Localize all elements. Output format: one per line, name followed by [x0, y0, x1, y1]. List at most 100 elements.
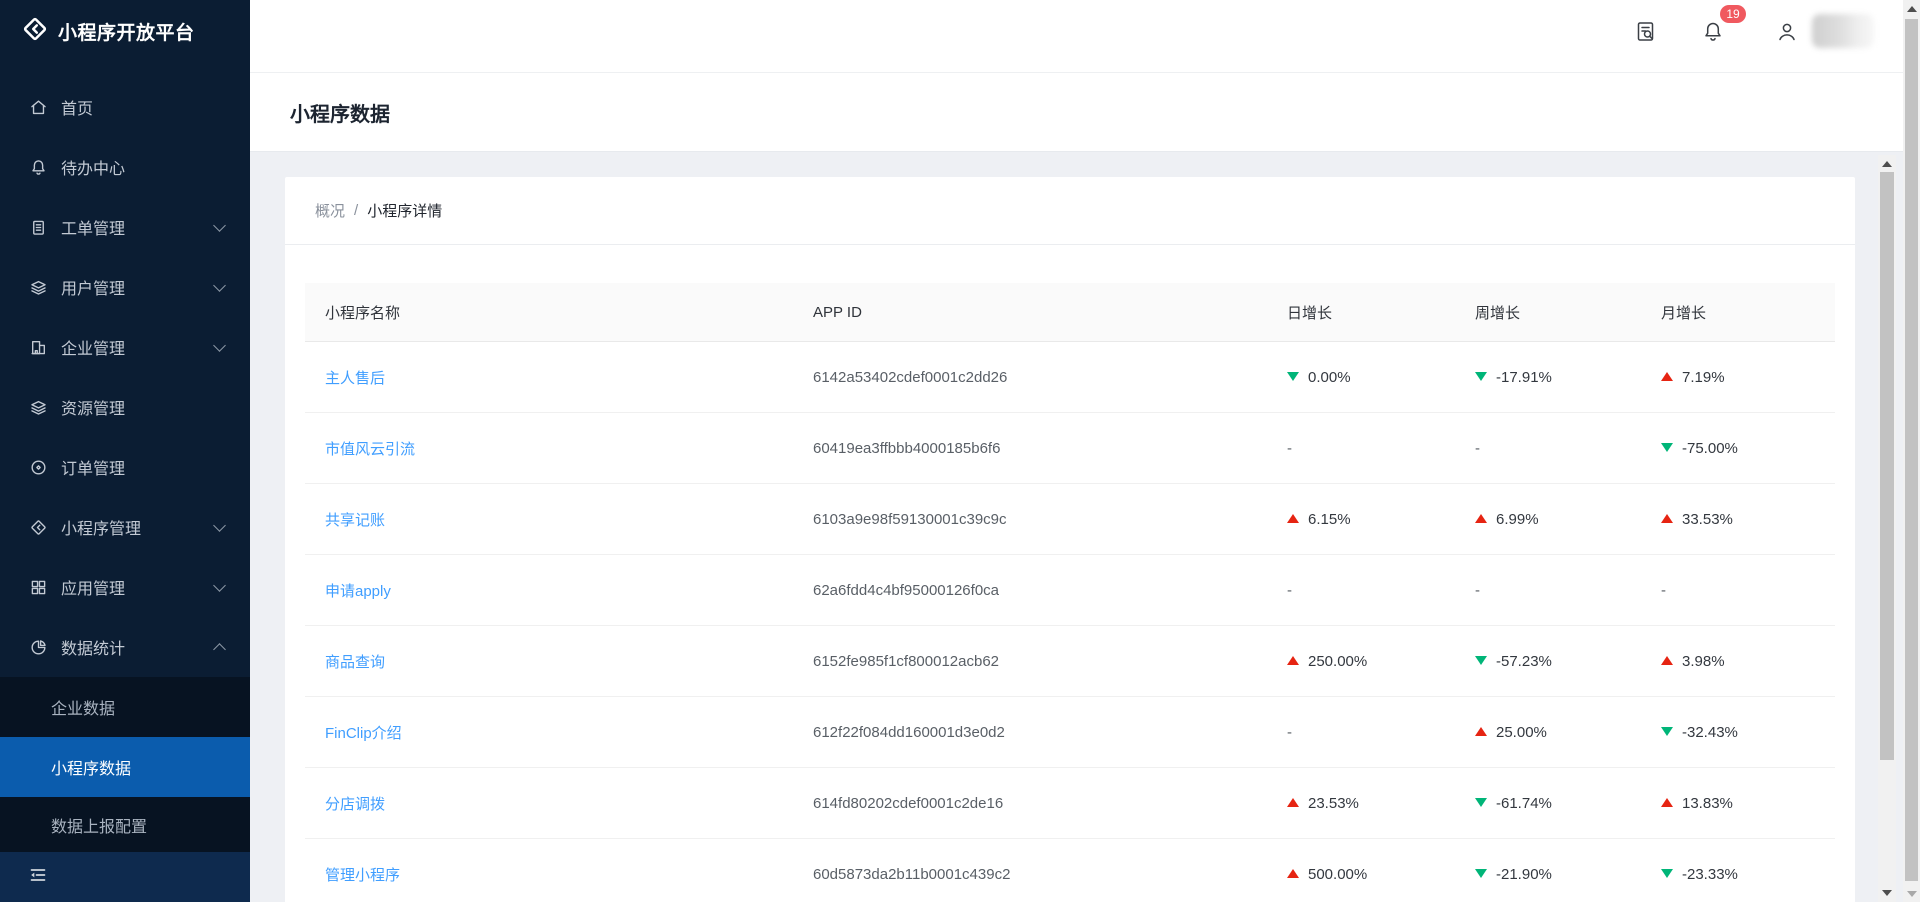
- month-growth-cell: 3.98%: [1641, 653, 1835, 670]
- page-scrollbar-thumb[interactable]: [1905, 19, 1918, 881]
- month-growth-cell: -: [1641, 582, 1835, 599]
- sidebar-item[interactable]: 首页: [0, 77, 250, 137]
- user-name-blurred[interactable]: [1812, 14, 1874, 48]
- miniapp-name-link[interactable]: 共享记账: [325, 512, 385, 529]
- sidebar-subitem[interactable]: 企业数据: [0, 677, 250, 737]
- sidebar-item[interactable]: 待办中心: [0, 137, 250, 197]
- scroll-up-arrow-icon[interactable]: [1882, 161, 1892, 167]
- miniapp-name-link[interactable]: 申请apply: [325, 583, 391, 600]
- triangle-up-icon: [1661, 514, 1673, 523]
- no-data-dash: -: [1475, 582, 1480, 599]
- app-id-value: 6142a53402cdef0001c2dd26: [813, 369, 1007, 386]
- doc-search-icon[interactable]: [1634, 20, 1658, 44]
- app-id-value: 614fd80202cdef0001c2de16: [813, 795, 1003, 812]
- chevron-down-icon: [213, 579, 226, 592]
- sidebar-item-label: 资源管理: [61, 395, 125, 419]
- table-row: 分店调拨614fd80202cdef0001c2de1623.53%-61.74…: [305, 768, 1835, 839]
- content-area: 概况 / 小程序详情 小程序名称APP ID日增长周增长月增长 主人售后6142…: [250, 152, 1903, 902]
- sidebar-collapse-button[interactable]: [0, 852, 250, 902]
- miniapp-name-link[interactable]: 分店调拨: [325, 796, 385, 813]
- growth-value: 13.83%: [1682, 795, 1733, 812]
- scroll-down-arrow-icon[interactable]: [1907, 891, 1917, 897]
- growth-value: 7.19%: [1682, 369, 1725, 386]
- miniapp-name-link[interactable]: 管理小程序: [325, 867, 400, 884]
- week-growth-cell: -: [1455, 440, 1641, 457]
- miniapp-name-link[interactable]: 商品查询: [325, 654, 385, 671]
- app-logo[interactable]: 小程序开放平台: [0, 0, 195, 62]
- growth-value: 3.98%: [1682, 653, 1725, 670]
- growth-value: 25.00%: [1496, 724, 1547, 741]
- day-growth-cell: 250.00%: [1267, 653, 1455, 670]
- table-row: 共享记账6103a9e98f59130001c39c9c6.15%6.99%33…: [305, 484, 1835, 555]
- content-scrollbar[interactable]: [1878, 155, 1896, 902]
- growth-value: -23.33%: [1682, 866, 1738, 883]
- sidebar-submenu: 企业数据小程序数据数据上报配置: [0, 677, 250, 852]
- app-id-value: 6152fe985f1cf800012acb62: [813, 653, 999, 670]
- miniapp-name-cell: FinClip介绍: [305, 722, 793, 743]
- triangle-down-icon: [1661, 443, 1673, 452]
- sidebar-item[interactable]: 数据统计: [0, 617, 250, 677]
- day-growth-cell: 0.00%: [1267, 369, 1455, 386]
- triangle-up-icon: [1287, 869, 1299, 878]
- user-icon[interactable]: [1775, 20, 1799, 44]
- miniapp-name-link[interactable]: FinClip介绍: [325, 725, 402, 742]
- content-scrollbar-thumb[interactable]: [1880, 172, 1894, 760]
- triangle-down-icon: [1475, 656, 1487, 665]
- month-growth-cell: -32.43%: [1641, 724, 1835, 741]
- miniapp-name-cell: 商品查询: [305, 651, 793, 672]
- triangle-up-icon: [1287, 514, 1299, 523]
- page-scrollbar[interactable]: [1903, 0, 1920, 902]
- miniapp-name-cell: 主人售后: [305, 367, 793, 388]
- table-row: FinClip介绍612f22f084dd160001d3e0d2-25.00%…: [305, 697, 1835, 768]
- breadcrumb-overview[interactable]: 概况: [315, 200, 345, 221]
- sidebar-subitem[interactable]: 小程序数据: [0, 737, 250, 797]
- sidebar-item[interactable]: 资源管理: [0, 377, 250, 437]
- app-id-cell: 62a6fdd4c4bf95000126f0ca: [793, 582, 1267, 599]
- app-id-value: 62a6fdd4c4bf95000126f0ca: [813, 582, 999, 599]
- sidebar-item[interactable]: 用户管理: [0, 257, 250, 317]
- month-growth-cell: 7.19%: [1641, 369, 1835, 386]
- table-row: 市值风云引流60419ea3ffbbb4000185b6f6---75.00%: [305, 413, 1835, 484]
- growth-value: -21.90%: [1496, 866, 1552, 883]
- page-title: 小程序数据: [290, 98, 390, 127]
- orders-icon: [28, 457, 48, 477]
- growth-value: 0.00%: [1308, 369, 1351, 386]
- sidebar-item[interactable]: 工单管理: [0, 197, 250, 257]
- month-growth-cell: -23.33%: [1641, 866, 1835, 883]
- triangle-down-icon: [1661, 869, 1673, 878]
- app-id-cell: 612f22f084dd160001d3e0d2: [793, 724, 1267, 741]
- growth-value: 6.15%: [1308, 511, 1351, 528]
- sidebar-item-label: 订单管理: [61, 455, 125, 479]
- sidebar-item[interactable]: 企业管理: [0, 317, 250, 377]
- sidebar-item[interactable]: 应用管理: [0, 557, 250, 617]
- miniapp-name-cell: 共享记账: [305, 509, 793, 530]
- data-card: 概况 / 小程序详情 小程序名称APP ID日增长周增长月增长 主人售后6142…: [285, 177, 1855, 902]
- miniapp-name-link[interactable]: 市值风云引流: [325, 441, 415, 458]
- scroll-up-arrow-icon[interactable]: [1907, 6, 1917, 12]
- sidebar-item[interactable]: 小程序管理: [0, 497, 250, 557]
- miniapp-name-cell: 分店调拨: [305, 793, 793, 814]
- growth-value: 6.99%: [1496, 511, 1539, 528]
- sidebar-subitem[interactable]: 数据上报配置: [0, 797, 250, 852]
- chevron-down-icon: [213, 519, 226, 532]
- day-growth-cell: 23.53%: [1267, 795, 1455, 812]
- apps-grid-icon: [28, 577, 48, 597]
- triangle-up-icon: [1475, 514, 1487, 523]
- app-id-cell: 60419ea3ffbbb4000185b6f6: [793, 440, 1267, 457]
- topbar: 19: [250, 0, 1903, 73]
- growth-value: 33.53%: [1682, 511, 1733, 528]
- chevron-down-icon: [213, 219, 226, 232]
- column-header-day: 日增长: [1267, 302, 1455, 323]
- growth-value: 250.00%: [1308, 653, 1367, 670]
- app-id-cell: 6142a53402cdef0001c2dd26: [793, 369, 1267, 386]
- scroll-down-arrow-icon[interactable]: [1882, 890, 1892, 896]
- finclip-logo-icon: [22, 16, 48, 47]
- column-header-app_id: APP ID: [793, 304, 1267, 321]
- app-id-value: 60d5873da2b11b0001c439c2: [813, 866, 1010, 883]
- triangle-up-icon: [1661, 798, 1673, 807]
- bell-icon[interactable]: [1701, 20, 1725, 44]
- table-row: 申请apply62a6fdd4c4bf95000126f0ca---: [305, 555, 1835, 626]
- sidebar-item[interactable]: 订单管理: [0, 437, 250, 497]
- miniapp-name-link[interactable]: 主人售后: [325, 370, 385, 387]
- sidebar-item-label: 工单管理: [61, 215, 125, 239]
